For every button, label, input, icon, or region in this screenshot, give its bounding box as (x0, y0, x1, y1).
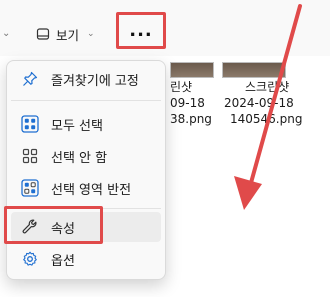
annotation-arrow (234, 4, 302, 210)
